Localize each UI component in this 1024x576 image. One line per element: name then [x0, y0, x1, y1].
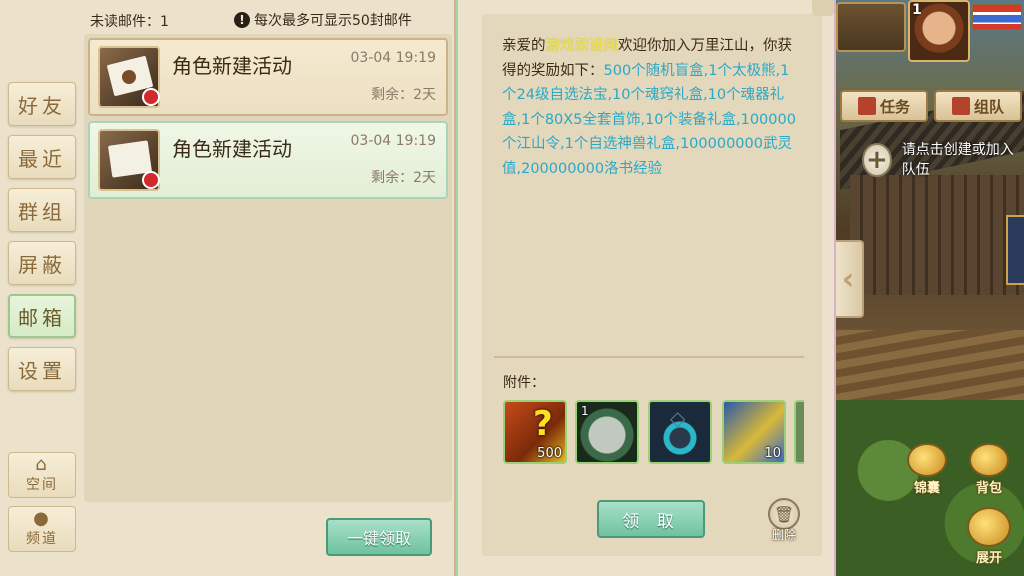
greeting-prefix: 亲爱的 [502, 38, 546, 54]
reward-list: 500个随机盲盒,1个太极熊,1个24级自选法宝,10个魂窍礼盒,10个魂器礼盒… [502, 62, 796, 177]
nav-channel[interactable]: ● 频道 [8, 506, 76, 552]
mail-title: 角色新建活动 [172, 137, 292, 161]
attachment-count: 10 [764, 446, 781, 461]
mail-item-selected[interactable]: 角色新建活动 03-04 19:19 剩余：2天 [88, 121, 448, 199]
mail-item[interactable]: 角色新建活动 03-04 19:19 剩余：2天 [88, 38, 448, 116]
mystery-box-icon: ? [533, 404, 553, 444]
attachment-slot-partial[interactable] [794, 400, 804, 464]
plus-icon[interactable]: + [862, 143, 892, 177]
mail-remaining: 剩余：2天 [371, 170, 436, 186]
nav-recent-label: 最近 [18, 146, 66, 171]
quest-scroll-icon [857, 97, 876, 115]
bottom-icon-label: 锦囊 [913, 481, 940, 496]
team-hint-text: 请点击创建或加入队伍 [901, 142, 1014, 178]
nav-blocked[interactable]: 屏蔽 [8, 241, 76, 285]
nav-settings[interactable]: 设置 [8, 347, 76, 391]
nav-mailbox[interactable]: 邮箱 [8, 294, 76, 338]
unread-count-line: 未读邮件：1 [90, 11, 169, 31]
nav-space[interactable]: ⌂ 空间 [8, 452, 76, 498]
bead-necklace-icon: ◇ [670, 406, 686, 430]
mail-remaining: 剩余：2天 [371, 87, 436, 103]
claim-button[interactable]: 领 取 [597, 500, 705, 538]
panel-top-tab [812, 0, 834, 16]
nav-recent[interactable]: 最近 [8, 135, 76, 179]
quest-tab[interactable]: 任务 [840, 90, 928, 122]
nav-friends[interactable]: 好友 [8, 82, 76, 126]
nav-groups-label: 群组 [18, 199, 66, 224]
nav-friends-label: 好友 [18, 93, 66, 118]
attachment-slot-panda[interactable]: 1 [575, 400, 639, 464]
unread-label: 未读邮件： [90, 14, 160, 30]
delete-label: 删除 [771, 528, 796, 542]
backpack-icon [969, 443, 1009, 477]
bottom-icon-label: 背包 [975, 481, 1002, 496]
attachments-divider [494, 356, 804, 358]
open-letter-icon [98, 129, 160, 191]
attachment-count: 500 [537, 446, 562, 461]
team-tab-label: 组队 [973, 97, 1004, 116]
brocade-bag-icon [907, 443, 947, 477]
team-create-hint[interactable]: + 请点击创建或加入队伍 [862, 138, 1022, 182]
player-hp-mp-bars [972, 4, 1022, 30]
nav-settings-label: 设置 [18, 358, 66, 383]
team-flag-icon [951, 97, 970, 115]
home-icon: ⌂ [35, 454, 49, 475]
chat-bubble-icon: ● [33, 508, 51, 529]
collapse-panel-button[interactable]: ‹ [832, 240, 864, 318]
nav-channel-label: 频道 [26, 531, 58, 547]
envelope-icon [98, 46, 160, 108]
attachment-clip-icon [142, 171, 160, 189]
attachments-label: 附件： [503, 375, 545, 391]
team-tab[interactable]: 组队 [934, 90, 1022, 122]
bottom-icon-label: 展开 [975, 551, 1002, 566]
player-status-frame[interactable] [836, 2, 906, 52]
nav-space-label: 空间 [26, 477, 58, 493]
nav-blocked-label: 屏蔽 [18, 252, 66, 277]
nav-groups[interactable]: 群组 [8, 188, 76, 232]
mail-date: 03-04 19:19 [350, 50, 436, 66]
chevron-left-icon: ‹ [841, 261, 855, 297]
bottom-icon-jinnang[interactable]: 锦囊 [900, 440, 954, 496]
mail-body: 亲爱的游戏架设网欢迎你加入万里江山，你获得的奖励如下：500个随机盲盒,1个太极… [502, 34, 802, 181]
attachment-slot-chest[interactable]: 10 [722, 400, 786, 464]
mail-title: 角色新建活动 [172, 54, 292, 78]
mail-date: 03-04 19:19 [350, 133, 436, 149]
player-level: 1 [912, 2, 922, 18]
max-mail-note: ! 每次最多可显示50封邮件 [234, 10, 412, 30]
attachment-slot-necklace[interactable]: ◇ [648, 400, 712, 464]
scene-wall [850, 175, 1024, 295]
attachment-slot-mystery-box[interactable]: ? 500 [503, 400, 567, 464]
bottom-icon-backpack[interactable]: 背包 [962, 440, 1016, 496]
exclamation-icon: ! [234, 12, 250, 28]
claim-all-button[interactable]: 一键领取 [326, 518, 432, 556]
bottom-icon-expand[interactable]: 展开 [962, 502, 1016, 566]
scene-shop-sign [1006, 215, 1024, 285]
attachment-clip-icon [142, 88, 160, 106]
delete-mail-button[interactable]: 🗑 删除 [764, 498, 804, 544]
max-mail-note-text: 每次最多可显示50封邮件 [254, 13, 412, 29]
expand-menu-icon [967, 507, 1011, 547]
player-name: 游戏架设网 [545, 38, 619, 54]
unread-count: 1 [160, 14, 169, 30]
quest-tab-label: 任务 [879, 97, 910, 116]
nav-mailbox-label: 邮箱 [18, 305, 66, 330]
attachment-level: 1 [581, 404, 589, 418]
